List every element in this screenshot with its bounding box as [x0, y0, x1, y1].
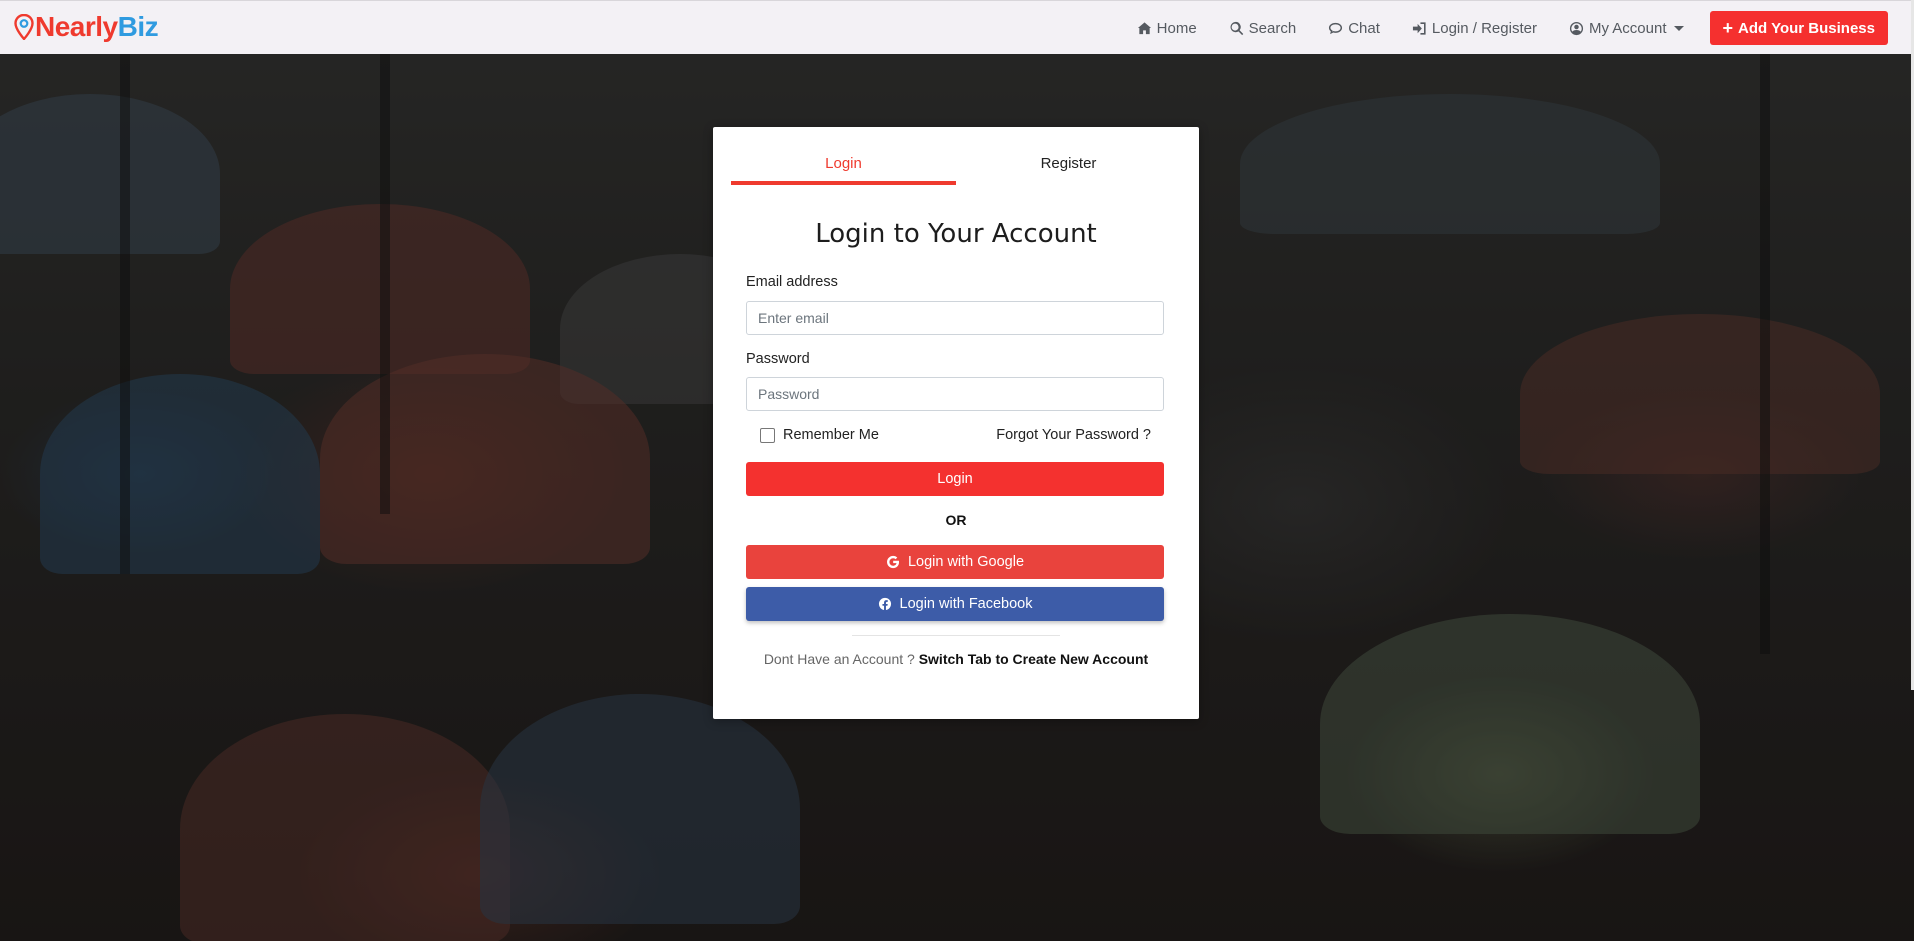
plus-icon: +: [1722, 18, 1734, 38]
caret-down-icon: [1673, 25, 1684, 31]
tab-login[interactable]: Login: [731, 147, 956, 185]
nav-my-account-dropdown[interactable]: My Account: [1569, 20, 1684, 37]
add-your-business-label: Add Your Business: [1738, 19, 1875, 37]
brand-name-part1: Nearly: [35, 11, 118, 42]
nav-login-register-label: Login / Register: [1431, 19, 1537, 37]
remember-me-label: Remember Me: [783, 427, 879, 443]
password-label: Password: [746, 351, 810, 367]
nav-login-register[interactable]: Login / Register: [1412, 20, 1537, 37]
nav-search[interactable]: Search: [1229, 19, 1297, 37]
login-button[interactable]: Login: [746, 462, 1164, 496]
nav-search-label: Search: [1248, 19, 1297, 37]
nav-links: Home Search Chat Login / Register My Acc…: [1105, 1, 1888, 55]
nav-chat[interactable]: Chat: [1328, 20, 1380, 37]
login-with-google-label: Login with Google: [907, 554, 1025, 570]
user-circle-icon: [1569, 21, 1584, 35]
switch-account-prompt: Dont Have an Account ? Switch Tab to Cre…: [713, 651, 1199, 667]
page-title: Login to Your Account: [815, 219, 1097, 249]
brand-name-part2: Biz: [117, 11, 159, 42]
login-with-facebook-button[interactable]: Login with Facebook: [746, 587, 1164, 621]
forgot-password-link[interactable]: Forgot Your Password ?: [996, 427, 1151, 443]
nav-home-label: Home: [1156, 19, 1197, 37]
no-account-text: Dont Have an Account ?: [763, 651, 915, 667]
sign-in-icon: [1412, 21, 1426, 35]
or-separator: OR: [945, 512, 967, 528]
auth-tabs: Login Register: [731, 147, 1181, 185]
nav-my-account-label: My Account: [1588, 19, 1667, 37]
login-button-label: Login: [937, 471, 973, 487]
brand-logo[interactable]: Nearly Biz: [14, 9, 159, 45]
top-navbar: Nearly Biz Home Search Chat Login / Regis…: [0, 0, 1914, 54]
nav-chat-label: Chat: [1348, 19, 1380, 37]
login-with-google-button[interactable]: Login with Google: [746, 545, 1164, 579]
switch-tab-link[interactable]: Switch Tab to Create New Account: [919, 651, 1148, 667]
google-icon: [887, 555, 899, 569]
login-with-facebook-label: Login with Facebook: [899, 596, 1033, 612]
home-icon: [1137, 21, 1151, 34]
add-your-business-button[interactable]: + Add Your Business: [1709, 11, 1888, 45]
tab-register[interactable]: Register: [956, 147, 1181, 185]
facebook-icon: [878, 597, 891, 611]
login-card: Login Register Login to Your Account Ema…: [713, 127, 1199, 719]
password-field[interactable]: [746, 377, 1164, 411]
remember-me-checkbox[interactable]: [760, 427, 775, 443]
divider: [852, 635, 1060, 636]
email-field[interactable]: [746, 301, 1164, 335]
map-pin-icon: [14, 14, 34, 40]
remember-me[interactable]: Remember Me: [760, 427, 879, 443]
nav-home[interactable]: Home: [1137, 20, 1197, 37]
email-label: Email address: [746, 274, 838, 290]
search-icon: [1230, 21, 1243, 35]
chat-icon: [1329, 22, 1343, 34]
